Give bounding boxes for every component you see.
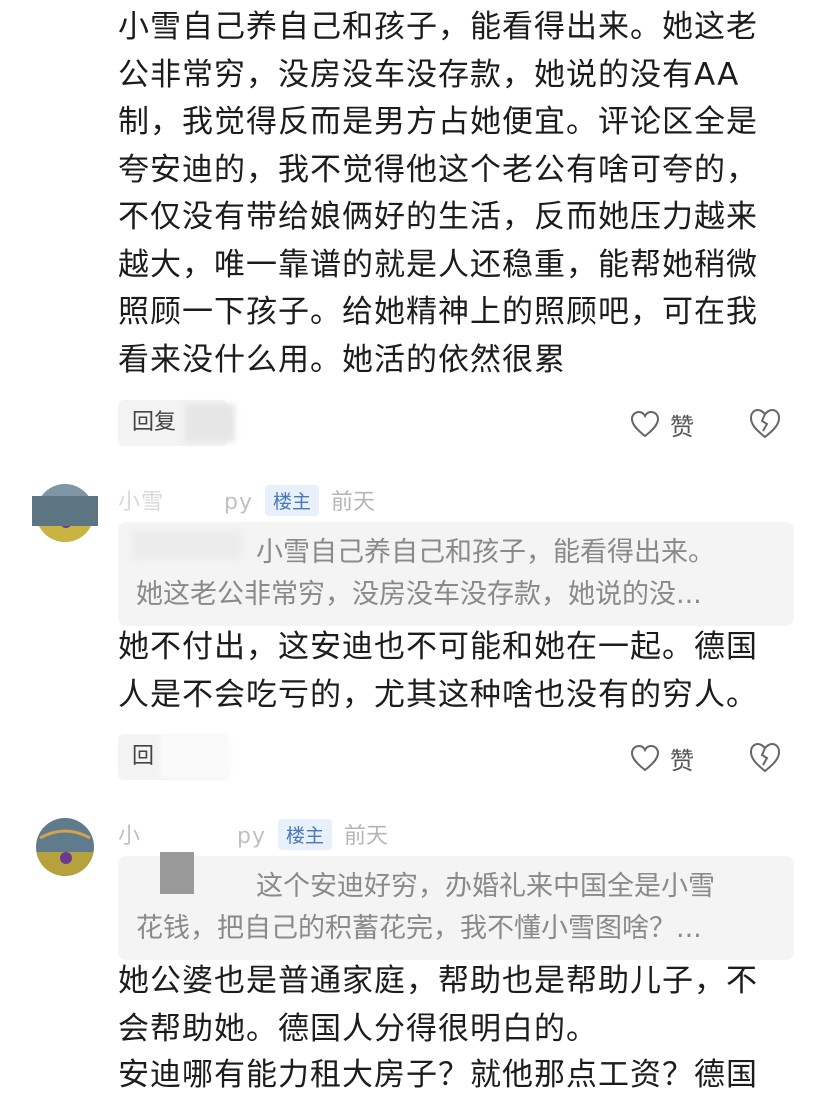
like-label: 赞 [670,746,694,775]
timestamp: 前天 [344,824,389,849]
avatar-image [36,818,94,876]
avatar-mask [32,496,98,526]
quote-line: 这个安迪好穷，办婚礼来中国全是小雪 [256,871,715,902]
username[interactable]: 小 py [118,818,266,850]
reply-meta: 小 py 楼主 前天 [118,816,388,852]
op-badge: 楼主 [265,484,320,516]
quote-line: 花钱，把自己的积蓄花完，我不懂小雪图啥？... [136,913,702,944]
username[interactable]: 小雪 py [118,484,253,516]
comment-text: 小雪自己养自己和孩子，能看得出来。她这老公非常穷，没房没车没存款，她说的没有AA… [118,9,758,378]
reply-text: 她不付出，这安迪也不可能和她在一起。德国人是不会吃亏的，尤其这种啥也没有的穷人。 [118,629,758,713]
heart-outline-icon [630,410,660,438]
blur-mask [185,404,235,442]
blur-mask [160,852,194,894]
like-button[interactable]: 赞 [630,404,694,444]
quoted-comment[interactable]: 这个安迪好穷，办婚礼来中国全是小雪 花钱，把自己的积蓄花完，我不懂小雪图啥？..… [118,856,794,960]
reply-label: 回复 [132,410,177,435]
like-label: 赞 [670,412,694,441]
reply-text: 安迪哪有能力租大房子？就他那点工资？德国 [118,1057,758,1093]
reply-meta: 小雪 py 楼主 前天 [118,482,375,518]
broken-heart-icon[interactable] [748,740,782,774]
avatar[interactable] [36,818,94,876]
blur-mask [132,530,242,560]
quote-line: 她这老公非常穷，没房没车没存款，她说的没... [136,579,702,610]
like-button[interactable]: 赞 [630,738,694,778]
timestamp: 前天 [331,490,376,515]
op-badge: 楼主 [278,818,333,850]
broken-heart-icon[interactable] [748,406,782,440]
blur-mask [160,734,230,778]
reply-text: 她公婆也是普通家庭，帮助也是帮助儿子，不会帮助她。德国人分得很明白的。 [118,963,758,1047]
reply-label: 回 [132,744,155,769]
heart-outline-icon [630,744,660,772]
